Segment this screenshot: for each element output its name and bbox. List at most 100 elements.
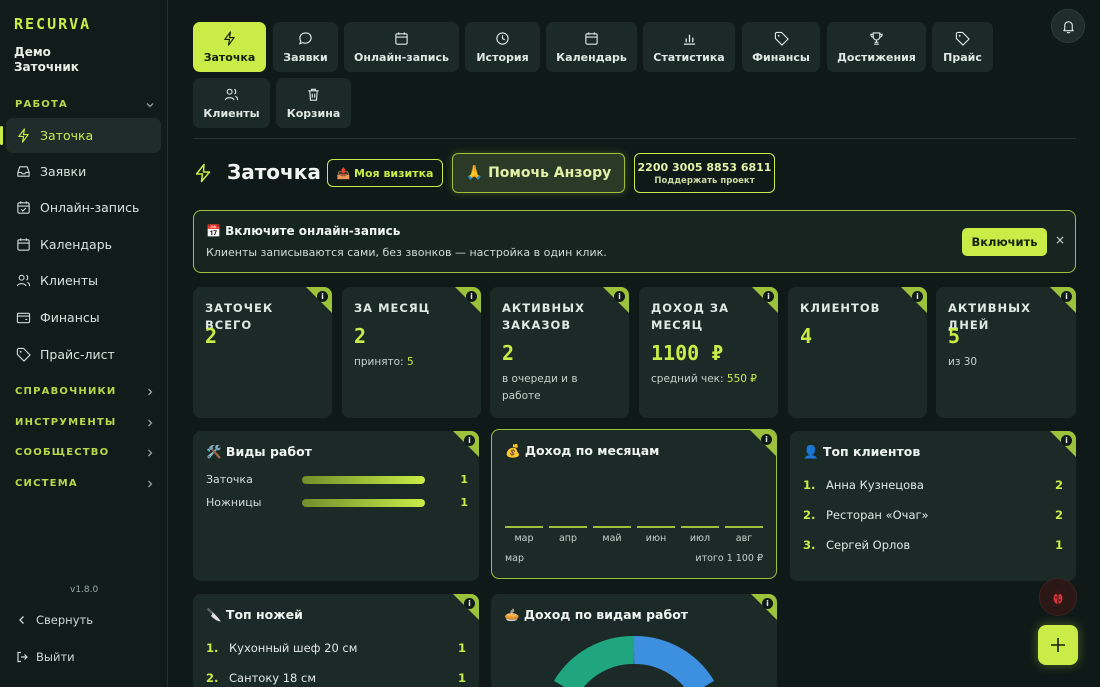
tab-label: Корзина [286,106,341,120]
sidebar-item-label: Календарь [40,237,112,252]
month-label: июн [645,533,667,544]
knife-name: Сантоку 18 см [229,671,317,685]
section-community[interactable]: СООБЩЕСТВО [15,447,155,458]
info-icon[interactable]: i [464,435,475,446]
tab-label: Достижения [837,50,916,64]
sidebar-item-online-booking[interactable]: Онлайн-запись [6,190,161,225]
inbox-icon [17,166,30,177]
bolt-icon [18,128,29,143]
close-icon[interactable]: × [1055,233,1065,247]
section-system[interactable]: СИСТЕМА [15,478,155,489]
support-project-button[interactable]: 2200 3005 8853 6811 Поддержать проект [634,153,775,193]
user-name: Демо Заточник [14,45,79,75]
stat-sub: средний чек: 550 ₽ [651,371,771,388]
tab-history[interactable]: История [465,22,540,72]
stat-card-active-orders: i АКТИВНЫХ ЗАКАЗОВ 2 в очереди и в работ… [490,287,629,418]
tab-label: Клиенты [203,106,260,120]
wallet-icon [16,312,31,324]
tab-online-booking[interactable]: Онлайн-запись [344,22,459,72]
logout-button[interactable]: Выйти [16,650,75,664]
work-type-row: Ножницы 1 [206,496,468,510]
section-label: СИСТЕМА [15,478,78,489]
month-bar [637,526,675,528]
tab-price[interactable]: Прайс [932,22,993,72]
users-icon [224,88,239,100]
stat-sub-value: 5 [406,356,414,368]
calendar-icon [395,31,408,45]
tab-label: Онлайн-запись [354,50,449,64]
logout-label: Выйти [36,650,75,664]
tab-statistics[interactable]: Статистика [643,22,735,72]
collapse-sidebar-button[interactable]: Свернуть [16,613,93,627]
stat-card-month: i ЗА МЕСЯЦ 2 принято: 5 [342,287,481,418]
stat-label: КЛИЕНТОВ [800,301,881,315]
info-icon[interactable]: i [464,598,475,609]
info-icon[interactable]: i [762,598,773,609]
stat-value: 2 [354,324,367,348]
user-name-line2: Заточник [14,60,79,74]
bug-report-button[interactable] [1039,578,1077,616]
stat-sub-value: 550 ₽ [726,373,757,385]
section-references[interactable]: СПРАВОЧНИКИ [15,386,155,397]
bar-chart-icon [683,34,695,45]
support-label: Поддержать проект [654,175,755,186]
sidebar-item-requests[interactable]: Заявки [6,154,161,189]
logout-icon [17,651,28,663]
sidebar-item-label: Клиенты [40,273,99,288]
tab-sharpening[interactable]: Заточка [193,22,266,72]
stat-label: АКТИВНЫХ ЗАКАЗОВ [502,301,585,332]
sidebar-item-clients[interactable]: Клиенты [6,263,161,298]
month-label: авг [735,533,753,544]
notifications-button[interactable] [1051,9,1085,43]
stat-card-total: i ЗАТОЧЕК ВСЕГО 2 [193,287,332,418]
user-name-line1: Демо [14,45,51,59]
widget-title: 👤 Топ клиентов [803,444,921,459]
knife-count: 1 [457,671,466,685]
knife-name: Кухонный шеф 20 см [229,641,358,655]
sidebar-item-finance[interactable]: Финансы [6,300,161,335]
tab-achievements[interactable]: Достижения [827,22,926,72]
info-icon[interactable]: i [761,434,772,445]
month-label: мар [514,533,534,544]
tab-trash[interactable]: Корзина [276,78,351,128]
rank: 1. [803,478,816,492]
chevron-right-icon [148,388,153,395]
enable-booking-button[interactable]: Включить [962,228,1047,256]
work-type-name: Ножницы [206,496,262,509]
work-type-row: Заточка 1 [206,473,468,487]
bolt-icon [195,163,211,183]
sidebar-item-sharpening[interactable]: Заточка [0,118,161,153]
work-type-count: 1 [460,473,468,486]
stat-label: ДОХОД ЗА МЕСЯЦ [651,301,729,332]
donut-chart [554,636,714,687]
section-work-label: РАБОТА [15,99,68,110]
tab-label: Заявки [283,50,328,64]
business-card-button[interactable]: 📤 Моя визитка [327,159,443,187]
tab-requests[interactable]: Заявки [273,22,338,72]
app-logo[interactable]: RECURVA [14,15,91,33]
stat-value: 1100 ₽ [651,341,724,365]
chevron-down-icon [146,102,154,107]
add-button[interactable] [1038,625,1078,665]
tab-finance[interactable]: Финансы [742,22,820,72]
stat-card-income-month: i ДОХОД ЗА МЕСЯЦ 1100 ₽ средний чек: 550… [639,287,778,418]
rank: 2. [206,671,219,685]
sidebar-item-label: Заточка [40,128,94,143]
section-label: СПРАВОЧНИКИ [15,386,117,397]
info-icon[interactable]: i [1061,435,1072,446]
sidebar-item-price-list[interactable]: Прайс-лист [6,337,161,372]
tab-calendar[interactable]: Календарь [546,22,637,72]
stat-value: 2 [502,341,515,365]
section-label: СООБЩЕСТВО [15,447,110,458]
chevron-right-icon [148,419,153,426]
sidebar-item-calendar[interactable]: Календарь [6,227,161,262]
help-author-button[interactable]: 🙏 Помочь Анзору [452,153,625,193]
section-tools[interactable]: ИНСТРУМЕНТЫ [15,417,155,428]
tab-label: Финансы [752,50,810,64]
tab-clients[interactable]: Клиенты [193,78,270,128]
month-label: июл [689,533,711,544]
tab-label: История [476,50,529,64]
widget-title: 🛠️ Виды работ [206,444,312,459]
footer-total: итого 1 100 ₽ [695,553,763,564]
section-work-toggle[interactable]: РАБОТА [15,99,155,110]
